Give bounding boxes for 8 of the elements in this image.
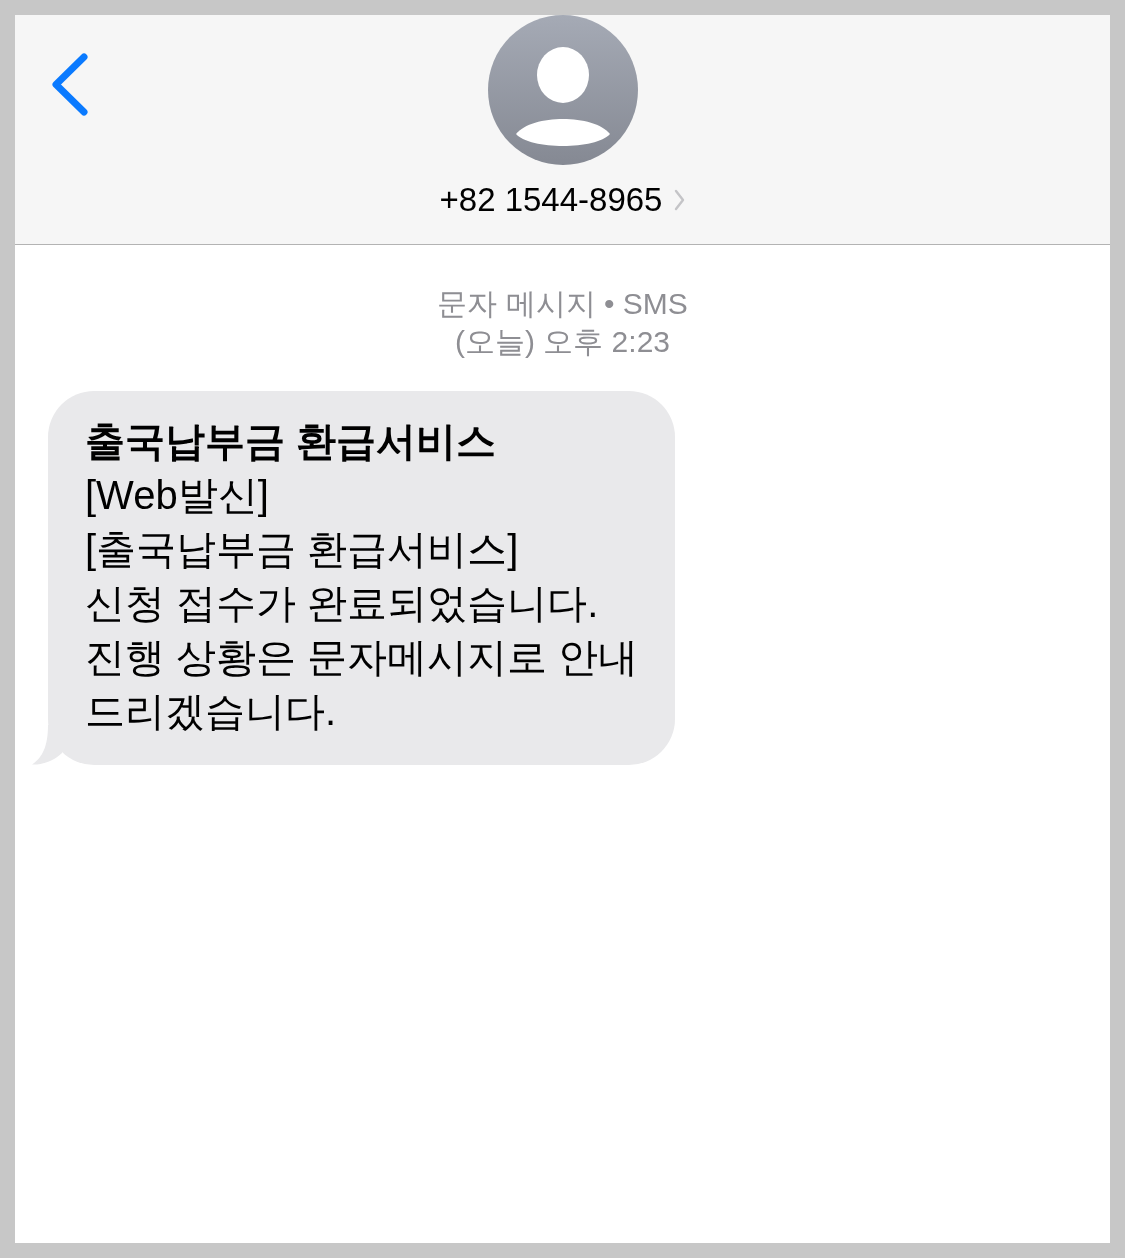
message-text: [Web발신] [출국납부금 환급서비스] 신청 접수가 완료되었습니다. 진행 상황은 문자메시지로 안내 드리겠습니다. <box>85 472 639 735</box>
message-title: 출국납부금 환급서비스 <box>85 418 498 465</box>
message-timestamp: (오늘) 오후 2:23 <box>454 324 670 360</box>
phone-number[interactable]: +82 1544-8965 <box>439 181 663 219</box>
chevron-right-icon <box>674 189 686 211</box>
message-service-label: 문자 메시지 • SMS <box>437 286 688 322</box>
back-icon[interactable] <box>50 53 88 116</box>
avatar-icon[interactable] <box>487 15 638 165</box>
